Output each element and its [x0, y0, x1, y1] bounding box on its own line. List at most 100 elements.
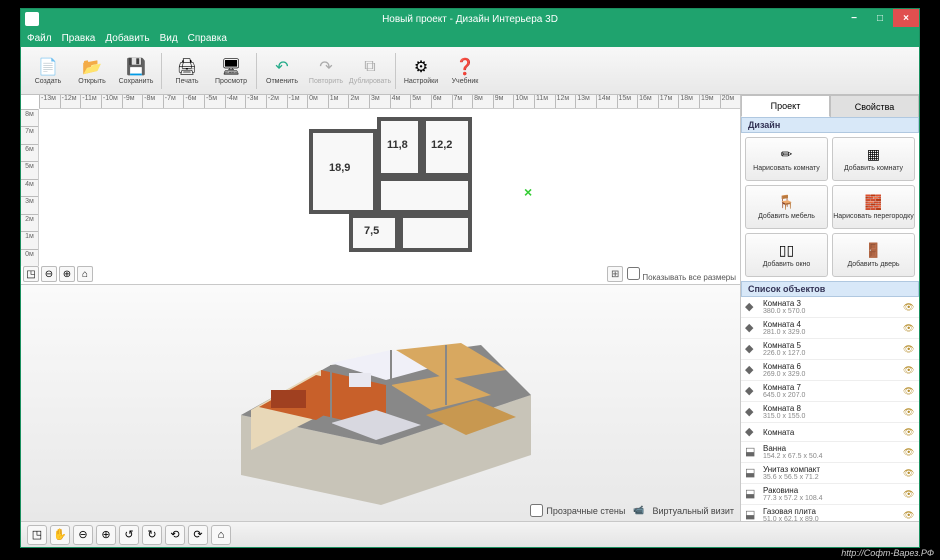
save-button[interactable]: 💾Сохранить — [115, 50, 157, 92]
window-title: Новый проект - Дизайн Интерьера 3D — [382, 14, 558, 25]
draw-room-button[interactable]: ✏Нарисовать комнату — [745, 137, 828, 181]
object-type-icon: ◆ — [745, 405, 759, 419]
floorplan[interactable]: 18,9 11,8 12,2 7,5 — [309, 117, 489, 267]
pencil-icon: ✏ — [778, 146, 796, 164]
list-item[interactable]: ◆Комната 4281.0 x 329.0👁 — [741, 318, 919, 339]
object-type-icon: ◆ — [745, 300, 759, 314]
gear-icon: ⚙ — [411, 57, 431, 77]
menu-edit[interactable]: Правка — [62, 33, 96, 44]
tab-project[interactable]: Проект — [741, 95, 830, 117]
visibility-icon[interactable]: 👁 — [903, 344, 915, 355]
objects-header: Список объектов — [741, 281, 919, 297]
design-header: Дизайн — [741, 117, 919, 133]
toolbar: 📄Создать 📂Открыть 💾Сохранить 🖨Печать 🖥Пр… — [21, 47, 919, 95]
preview-button[interactable]: 🖥Просмотр — [210, 50, 252, 92]
show-dimensions-checkbox[interactable]: Показывать все размеры — [627, 267, 736, 282]
visibility-icon[interactable]: 👁 — [903, 407, 915, 418]
tab-properties[interactable]: Свойства — [830, 95, 919, 117]
list-item[interactable]: ⬓Унитаз компакт35.6 x 56.5 x 71.2👁 — [741, 463, 919, 484]
visibility-icon[interactable]: 👁 — [903, 510, 915, 521]
create-button[interactable]: 📄Создать — [27, 50, 69, 92]
printer-icon: 🖨 — [177, 57, 197, 77]
settings-button[interactable]: ⚙Настройки — [400, 50, 442, 92]
pan-icon[interactable]: ✋ — [50, 525, 70, 545]
zoom-in-button[interactable]: ⊕ — [96, 525, 116, 545]
object-type-icon: ◆ — [745, 321, 759, 335]
right-panel: Проект Свойства Дизайн ✏Нарисовать комна… — [741, 95, 919, 521]
list-item[interactable]: ◆Комната 8315.0 x 155.0👁 — [741, 402, 919, 423]
home-button[interactable]: ⌂ — [77, 266, 93, 282]
visibility-icon[interactable]: 👁 — [903, 468, 915, 479]
visibility-icon[interactable]: 👁 — [903, 489, 915, 500]
visibility-icon[interactable]: 👁 — [903, 365, 915, 376]
close-button[interactable]: × — [893, 9, 919, 27]
rotate-ccw-icon[interactable]: ⟳ — [188, 525, 208, 545]
app-window: Новый проект - Дизайн Интерьера 3D − □ ×… — [20, 8, 920, 548]
object-type-icon: ⬓ — [745, 445, 759, 459]
add-room-button[interactable]: ▦Добавить комнату — [832, 137, 915, 181]
watermark: http://Софт-Варез.РФ — [841, 548, 934, 558]
undo-button[interactable]: ↶Отменить — [261, 50, 303, 92]
object-list[interactable]: ◆Комната 3380.0 x 570.0👁◆Комната 4281.0 … — [741, 297, 919, 521]
visibility-icon[interactable]: 👁 — [903, 302, 915, 313]
transparent-walls-checkbox[interactable]: Прозрачные стены — [530, 504, 625, 517]
duplicate-icon: ⧉ — [360, 57, 380, 77]
object-type-icon: ⬓ — [745, 466, 759, 480]
rotate-left-icon[interactable]: ↺ — [119, 525, 139, 545]
list-item[interactable]: ◆Комната 3380.0 x 570.0👁 — [741, 297, 919, 318]
rotate-right-icon[interactable]: ↻ — [142, 525, 162, 545]
dimensions-icon[interactable]: ⊞ — [607, 266, 623, 282]
tutorial-button[interactable]: ❓Учебник — [444, 50, 486, 92]
app-icon — [25, 12, 39, 26]
room-label: 7,5 — [364, 225, 379, 237]
zoom-out-button[interactable]: ⊖ — [41, 266, 57, 282]
plan-3d-view[interactable]: Прозрачные стены 📹 Виртуальный визит — [21, 285, 740, 521]
visibility-icon[interactable]: 👁 — [903, 427, 915, 438]
nav-cube-icon[interactable]: ◳ — [27, 525, 47, 545]
add-door-button[interactable]: 🚪Добавить дверь — [832, 233, 915, 277]
list-item[interactable]: ⬓Ванна154.2 x 67.5 x 50.4👁 — [741, 442, 919, 463]
object-type-icon: ⬓ — [745, 508, 759, 521]
list-item[interactable]: ⬓Раковина77.3 x 57.2 x 108.4👁 — [741, 484, 919, 505]
rotate-cw-icon[interactable]: ⟲ — [165, 525, 185, 545]
virtual-visit-button[interactable]: Виртуальный визит — [653, 506, 734, 516]
add-window-button[interactable]: ▯▯Добавить окно — [745, 233, 828, 277]
list-item[interactable]: ◆Комната 6269.0 x 329.0👁 — [741, 360, 919, 381]
nav-cube-icon[interactable]: ◳ — [23, 266, 39, 282]
titlebar[interactable]: Новый проект - Дизайн Интерьера 3D − □ × — [21, 9, 919, 29]
plan-2d-view[interactable]: -13м-12м-11м-10м-9м-8м-7м-6м-5м-4м-3м-2м… — [21, 95, 740, 285]
add-furniture-button[interactable]: 🪑Добавить мебель — [745, 185, 828, 229]
chair-icon: 🪑 — [778, 194, 796, 212]
print-button[interactable]: 🖨Печать — [166, 50, 208, 92]
open-button[interactable]: 📂Открыть — [71, 50, 113, 92]
visibility-icon[interactable]: 👁 — [903, 386, 915, 397]
zoom-in-button[interactable]: ⊕ — [59, 266, 75, 282]
object-type-icon: ◆ — [745, 425, 759, 439]
home-icon[interactable]: ⌂ — [211, 525, 231, 545]
ruler-horizontal: -13м-12м-11м-10м-9м-8м-7м-6м-5м-4м-3м-2м… — [39, 95, 740, 109]
undo-icon: ↶ — [272, 57, 292, 77]
maximize-button[interactable]: □ — [867, 9, 893, 27]
draw-partition-button[interactable]: 🧱Нарисовать перегородку — [832, 185, 915, 229]
room-label: 18,9 — [329, 162, 350, 174]
menu-help[interactable]: Справка — [188, 33, 227, 44]
duplicate-button[interactable]: ⧉Дублировать — [349, 50, 391, 92]
visibility-icon[interactable]: 👁 — [903, 323, 915, 334]
room-icon: ▦ — [865, 146, 883, 164]
list-item[interactable]: ◆Комната 5226.0 x 127.0👁 — [741, 339, 919, 360]
zoom-out-button[interactable]: ⊖ — [73, 525, 93, 545]
list-item[interactable]: ◆Комната👁 — [741, 423, 919, 442]
window-icon: ▯▯ — [778, 242, 796, 260]
visibility-icon[interactable]: 👁 — [903, 447, 915, 458]
redo-button[interactable]: ↷Повторить — [305, 50, 347, 92]
iso-3d-render — [231, 295, 551, 505]
minimize-button[interactable]: − — [841, 9, 867, 27]
object-type-icon: ◆ — [745, 384, 759, 398]
menu-file[interactable]: Файл — [27, 33, 52, 44]
menu-view[interactable]: Вид — [160, 33, 178, 44]
list-item[interactable]: ◆Комната 7645.0 x 207.0👁 — [741, 381, 919, 402]
cursor-marker-icon: × — [524, 184, 532, 200]
list-item[interactable]: ⬓Газовая плита51.0 x 62.1 x 89.0👁 — [741, 505, 919, 521]
object-type-icon: ◆ — [745, 342, 759, 356]
menu-add[interactable]: Добавить — [105, 33, 149, 44]
